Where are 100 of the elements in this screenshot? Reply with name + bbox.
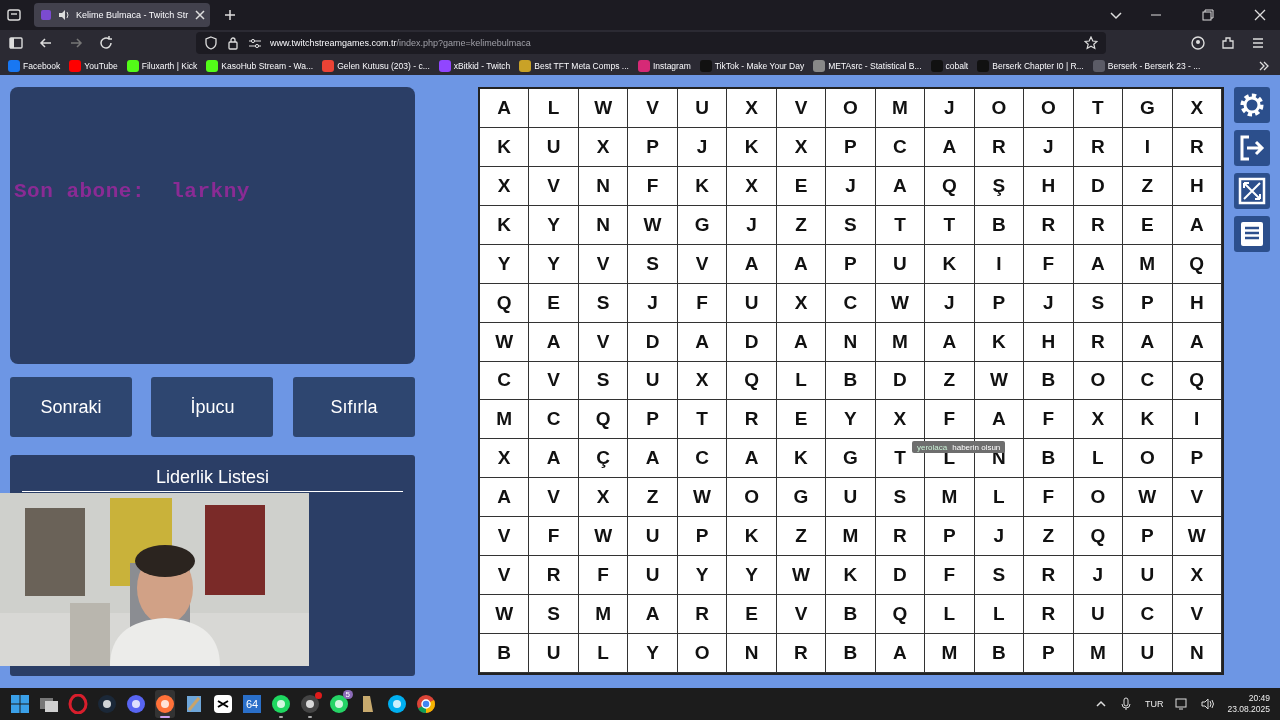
exit-button[interactable] (1234, 130, 1270, 166)
grid-letter[interactable]: P (992, 291, 1006, 314)
grid-letter[interactable]: K (695, 174, 709, 197)
grid-letter[interactable]: E (745, 603, 758, 626)
bookmark-link[interactable]: Berserk Chapter I0 | R... (977, 59, 1084, 72)
grid-letter[interactable]: P (844, 252, 857, 275)
grid-letter[interactable]: M (892, 96, 908, 119)
bookmark-link[interactable]: Gelen Kutusu (203) - c... (322, 59, 430, 72)
taskbar-app[interactable]: 64 (242, 690, 262, 718)
grid-letter[interactable]: N (596, 213, 610, 236)
grid-letter[interactable]: W (989, 369, 1008, 392)
bookmark-link[interactable]: Instagram (637, 59, 691, 72)
grid-letter[interactable]: V (794, 96, 808, 119)
grid-letter[interactable]: W (890, 291, 909, 314)
grid-letter[interactable]: C (893, 135, 907, 158)
grid-letter[interactable]: B (992, 642, 1006, 665)
grid-letter[interactable]: A (744, 447, 759, 470)
grid-letter[interactable]: R (1041, 603, 1056, 626)
grid-letter[interactable]: B (843, 603, 858, 626)
taskbar-app[interactable] (300, 690, 320, 718)
grid-letter[interactable]: V (1190, 603, 1204, 626)
grid-letter[interactable]: P (1190, 447, 1204, 470)
grid-letter[interactable]: U (1140, 642, 1155, 665)
grid-letter[interactable]: A (1189, 330, 1204, 353)
grid-letter[interactable]: A (893, 174, 907, 197)
grid-letter[interactable]: P (646, 135, 659, 158)
permissions-icon[interactable] (248, 36, 262, 50)
grid-letter[interactable]: C (843, 291, 858, 314)
grid-letter[interactable]: W (495, 603, 514, 626)
grid-letter[interactable]: Y (547, 252, 560, 275)
star-icon[interactable] (1084, 36, 1098, 50)
grid-letter[interactable]: L (1092, 447, 1104, 470)
grid-letter[interactable]: J (944, 291, 955, 314)
grid-letter[interactable]: A (645, 447, 660, 470)
grid-letter[interactable]: P (1140, 291, 1154, 314)
grid-letter[interactable]: X (695, 369, 709, 392)
grid-letter[interactable]: R (1090, 213, 1105, 236)
grid-letter[interactable]: Q (496, 291, 512, 314)
grid-letter[interactable]: M (595, 603, 611, 626)
grid-letter[interactable]: R (992, 135, 1006, 158)
grid-letter[interactable]: M (941, 486, 958, 509)
grid-letter[interactable]: J (746, 213, 757, 236)
bookmark-link[interactable]: TikTok - Make Your Day (699, 59, 805, 72)
grid-letter[interactable]: A (1189, 213, 1204, 236)
grid-letter[interactable]: N (843, 330, 858, 353)
address-bar[interactable]: www.twitchstreamgames.com.tr/index.php?game=kelimebulmaca (196, 32, 1106, 54)
grid-letter[interactable]: M (496, 408, 513, 431)
grid-letter[interactable]: X (497, 447, 511, 470)
grid-letter[interactable]: D (1090, 174, 1105, 197)
game-button[interactable]: İpucu (151, 377, 274, 437)
grid-letter[interactable]: U (546, 135, 561, 158)
grid-letter[interactable]: A (546, 330, 561, 353)
grid-letter[interactable]: O (1040, 96, 1056, 119)
grid-letter[interactable]: Z (1042, 525, 1055, 548)
grid-letter[interactable]: M (842, 525, 859, 548)
grid-letter[interactable]: Q (1090, 525, 1106, 548)
grid-letter[interactable]: W (693, 486, 711, 509)
network-icon[interactable] (1175, 697, 1190, 711)
grid-letter[interactable]: Y (695, 564, 709, 587)
grid-letter[interactable]: V (596, 330, 610, 353)
grid-letter[interactable]: F (1042, 408, 1055, 431)
grid-letter[interactable]: X (1190, 564, 1204, 587)
grid-letter[interactable]: V (794, 603, 808, 626)
bookmark-link[interactable]: YouTube (69, 59, 118, 72)
grid-letter[interactable]: W (1138, 486, 1157, 509)
grid-letter[interactable]: U (1090, 603, 1105, 626)
speaker-icon[interactable] (1201, 697, 1216, 711)
bookmark-link[interactable]: cobalt (930, 59, 969, 72)
speaker-icon[interactable] (58, 9, 70, 21)
grid-letter[interactable]: Q (1189, 252, 1205, 275)
grid-letter[interactable]: C (497, 369, 512, 392)
bookmark-link[interactable]: xBitkid - Twitch (438, 59, 511, 72)
grid-letter[interactable]: K (497, 135, 512, 158)
browser-tab[interactable]: Kelime Bulmaca - Twitch Str (34, 3, 210, 27)
grid-letter[interactable]: O (1090, 486, 1106, 509)
grid-letter[interactable]: J (1092, 564, 1104, 587)
grid-letter[interactable]: P (695, 525, 709, 548)
grid-letter[interactable]: U (645, 564, 660, 587)
grid-letter[interactable]: Y (497, 252, 511, 275)
grid-letter[interactable]: X (497, 174, 511, 197)
more-bookmarks-icon[interactable] (1258, 59, 1270, 72)
grid-letter[interactable]: F (597, 564, 609, 587)
grid-letter[interactable]: Y (844, 408, 857, 431)
shield-icon[interactable] (204, 36, 218, 50)
bookmark-link[interactable]: Berserk - Berserk 23 - ... (1092, 59, 1201, 72)
clock[interactable]: 20:49 23.08.2025 (1227, 693, 1270, 715)
grid-letter[interactable]: I (1144, 135, 1150, 158)
grid-letter[interactable]: F (943, 564, 956, 587)
grid-letter[interactable]: A (497, 96, 512, 119)
new-tab-icon[interactable] (222, 7, 238, 23)
grid-letter[interactable]: G (694, 213, 710, 236)
grid-letter[interactable]: B (843, 369, 858, 392)
grid-letter[interactable]: F (1042, 252, 1055, 275)
grid-letter[interactable]: T (894, 447, 906, 470)
grid-letter[interactable]: D (893, 369, 907, 392)
tab-overview-icon[interactable] (6, 7, 22, 23)
grid-letter[interactable]: X (893, 408, 907, 431)
grid-letter[interactable]: R (695, 603, 709, 626)
grid-letter[interactable]: T (943, 213, 956, 236)
extensions-icon[interactable] (1220, 35, 1236, 51)
